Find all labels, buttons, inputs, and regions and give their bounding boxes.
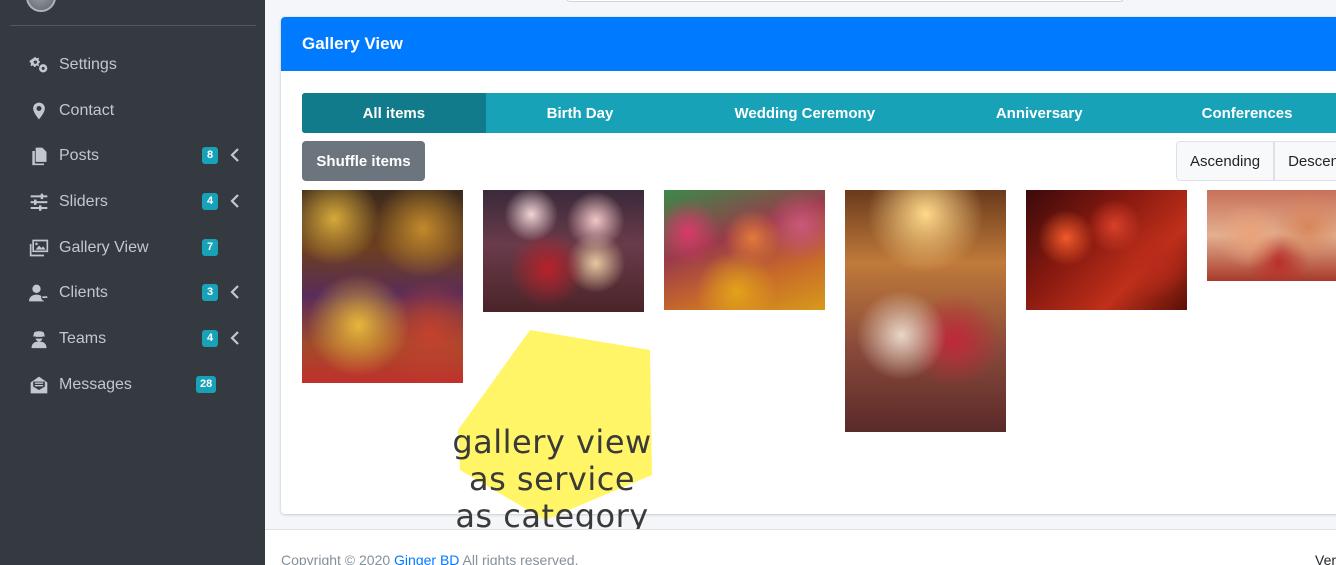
sidebar-item-label: Sliders — [59, 192, 108, 210]
user-panel — [10, 0, 256, 26]
sort-button-group: Ascending Descending — [1176, 141, 1336, 181]
sidebar-item-clients[interactable]: Clients 3 — [0, 270, 265, 316]
sidebar-item-messages[interactable]: Messages 28 — [0, 362, 265, 408]
badge-messages: 28 — [196, 375, 217, 393]
chevron-left-icon[interactable] — [230, 285, 240, 300]
user-secret-icon — [28, 328, 50, 350]
annotation-line-2: as service — [468, 460, 636, 498]
filter-button-group: All items Birth Day Wedding Ceremony Ann… — [302, 93, 1336, 133]
gallery-image-couple-portrait[interactable] — [845, 190, 1006, 432]
badge-clients: 3 — [202, 284, 218, 302]
sidebar-item-label: Contact — [59, 101, 115, 119]
sidebar-item-label: Teams — [59, 329, 107, 347]
footer-brand-link[interactable]: Ginger BD — [394, 552, 459, 565]
badge-teams: 4 — [202, 330, 218, 348]
footer-version: Version — [1315, 552, 1336, 565]
sidebar-item-label: Gallery View — [59, 238, 149, 256]
sidebar-item-posts[interactable]: Posts 8 — [0, 133, 265, 179]
sidebar-item-settings[interactable]: Settings — [0, 42, 265, 88]
sidebar-item-label: Posts — [59, 147, 100, 165]
card-title: Gallery View — [302, 34, 403, 53]
sort-descending-button[interactable]: Descending — [1274, 141, 1336, 181]
sidebar-item-label: Settings — [59, 55, 117, 73]
sidebar-item-teams[interactable]: Teams 4 — [0, 316, 265, 362]
envelope-open-icon — [28, 374, 50, 396]
avatar[interactable] — [26, 0, 56, 12]
badge-posts: 8 — [202, 147, 218, 165]
gallery-image-holi-celebration[interactable] — [664, 190, 825, 310]
images-icon — [28, 237, 50, 259]
chevron-left-icon[interactable] — [230, 148, 240, 163]
filter-all-items[interactable]: All items — [302, 93, 486, 133]
sliders-icon — [28, 191, 50, 213]
filter-anniversary[interactable]: Anniversary — [935, 93, 1143, 133]
cogs-icon — [28, 54, 50, 76]
gallery-image-henna-hands[interactable] — [1207, 190, 1336, 281]
sidebar-nav: Settings Contact Posts 8 Sliders 4 Galle… — [0, 42, 265, 408]
gallery-image-red-lanterns[interactable] — [1026, 190, 1187, 310]
sort-ascending-button[interactable]: Ascending — [1176, 141, 1275, 181]
map-marker-icon — [28, 100, 50, 122]
gallery-card: Gallery View All items Birth Day Wedding… — [281, 17, 1336, 514]
card-header: Gallery View — [281, 17, 1336, 71]
gallery-image-decor-collage[interactable] — [302, 190, 463, 383]
badge-gallery-view: 7 — [202, 238, 218, 256]
top-search-input[interactable] — [566, 0, 1124, 2]
sidebar-item-label: Messages — [59, 375, 132, 393]
sidebar-item-label: Clients — [59, 284, 108, 302]
shuffle-items-button[interactable]: Shuffle items — [302, 141, 425, 181]
gallery-image-wedding-couple[interactable] — [483, 190, 644, 312]
filter-wedding-ceremony[interactable]: Wedding Ceremony — [674, 93, 935, 133]
annotation-text: gallery view as service as category — [452, 424, 652, 535]
sidebar-item-gallery-view[interactable]: Gallery View 7 — [0, 225, 265, 271]
footer-copyright: Copyright © 2020 Ginger BD All rights re… — [281, 552, 578, 565]
sidebar-item-sliders[interactable]: Sliders 4 — [0, 179, 265, 225]
annotation-line-1: gallery view — [452, 423, 652, 461]
chevron-left-icon[interactable] — [230, 194, 240, 208]
user-tie-icon — [28, 282, 50, 304]
badge-sliders: 4 — [202, 193, 218, 211]
copy-icon — [28, 145, 50, 167]
filter-conferences[interactable]: Conferences — [1143, 93, 1336, 133]
filter-birth-day[interactable]: Birth Day — [486, 93, 675, 133]
sidebar-item-contact[interactable]: Contact — [0, 88, 265, 134]
footer-copyright-text: Copyright © 2020 — [281, 552, 395, 565]
sidebar: Settings Contact Posts 8 Sliders 4 Galle… — [0, 0, 265, 565]
footer-rights-text: All rights reserved. — [459, 552, 579, 565]
chevron-left-icon[interactable] — [230, 331, 240, 345]
footer: Copyright © 2020 Ginger BD All rights re… — [265, 529, 1336, 565]
